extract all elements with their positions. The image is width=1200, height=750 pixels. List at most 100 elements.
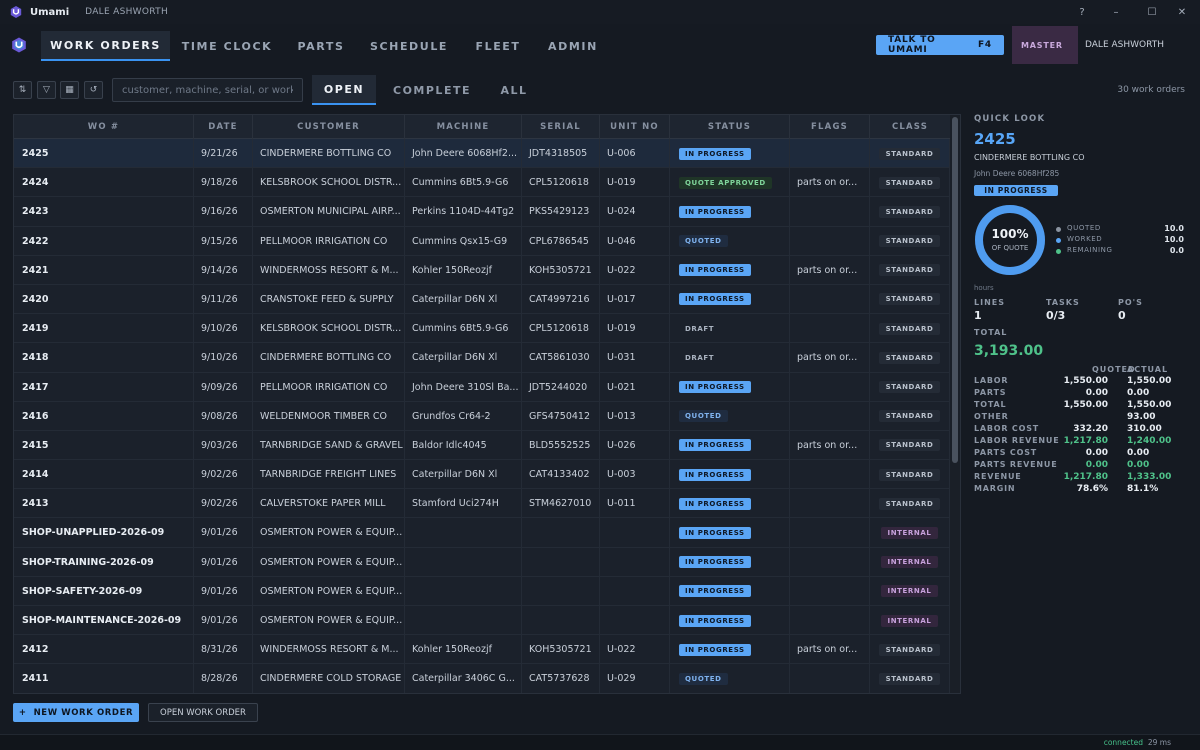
serial-cell: STM4627010 <box>522 489 600 519</box>
tab-schedule[interactable]: SCHEDULE <box>368 31 450 61</box>
flags-cell: parts on or... <box>790 168 870 198</box>
status-cell: QUOTE APPROVED <box>670 168 790 198</box>
sort-icon[interactable]: ⇅ <box>13 81 32 99</box>
talk-to-umami-button[interactable]: TALK TO UMAMI F4 <box>876 35 1004 55</box>
class-badge: STANDARD <box>878 351 941 364</box>
tab-time-clock[interactable]: TIME CLOCK <box>180 31 274 61</box>
filter-tab-complete[interactable]: COMPLETE <box>386 75 478 105</box>
table-row[interactable]: 2420 9/11/26 CRANSTOKE FEED & SUPPLY Caterp… <box>14 284 950 315</box>
wo-number-cell: 2414 <box>14 460 194 490</box>
status-cell: IN PROGRESS <box>670 576 790 606</box>
machine-cell: Perkins 1104D-44Tg2 <box>405 197 522 227</box>
customer-cell: OSMERTON POWER & EQUIP... <box>253 606 405 635</box>
col-header-customer[interactable]: CUSTOMER <box>253 115 405 139</box>
flags-cell: parts on or... <box>790 343 870 373</box>
col-header-machine[interactable]: MACHINE <box>405 115 522 139</box>
col-header-status[interactable]: STATUS <box>670 115 790 139</box>
tab-fleet[interactable]: FLEET <box>470 31 526 61</box>
class-cell: INTERNAL <box>870 606 950 635</box>
table-row[interactable]: 2423 9/16/26 OSMERTON MUNICIPAL AIRP... Per… <box>14 197 950 227</box>
class-cell: STANDARD <box>870 139 950 168</box>
help-icon[interactable]: ? <box>1064 0 1100 24</box>
status-badge: DRAFT <box>685 353 715 362</box>
close-icon[interactable]: ✕ <box>1164 0 1200 24</box>
legend-remaining: REMAINING 0.0 <box>1056 246 1184 257</box>
work-order-count: 30 work orders <box>1117 85 1185 95</box>
serial-cell: JDT5244020 <box>522 372 600 402</box>
serial-cell <box>522 518 600 548</box>
main-nav: WORK ORDERS TIME CLOCK PARTS SCHEDULE FL… <box>0 24 1200 68</box>
flags-cell <box>790 314 870 344</box>
filter-tab-all[interactable]: ALL <box>490 75 538 105</box>
table-row[interactable]: 2425 9/21/26 CINDERMERE BOTTLING CO John De… <box>14 139 950 169</box>
col-header-class[interactable]: CLASS <box>870 115 950 139</box>
table-scrollbar-thumb[interactable] <box>952 117 958 463</box>
flags-cell <box>790 460 870 490</box>
quick-look-title: QUICK LOOK <box>974 114 1046 124</box>
customer-cell: OSMERTON MUNICIPAL AIRP... <box>253 197 405 227</box>
tab-admin[interactable]: ADMIN <box>544 31 602 61</box>
table-row[interactable]: 2417 9/09/26 PELLMOOR IRRIGATION CO John De… <box>14 372 950 402</box>
machine-cell: Stamford Uci274H <box>405 489 522 519</box>
table-row[interactable]: 2424 9/18/26 KELSBROOK SCHOOL DISTR... Cumm… <box>14 168 950 198</box>
col-header-serial[interactable]: SERIAL <box>522 115 600 139</box>
table-row[interactable]: SHOP-MAINTENANCE-2026-09 9/01/26 OSMERTON … <box>14 606 950 636</box>
title-bar: Umami DALE ASHWORTH ? – ☐ ✕ <box>0 0 1200 24</box>
columns-icon[interactable]: ▦ <box>60 81 79 99</box>
new-work-order-button[interactable]: + NEW WORK ORDER <box>13 703 139 722</box>
fin-label: OTHER <box>974 412 1009 421</box>
refresh-icon[interactable]: ↺ <box>84 81 103 99</box>
class-badge: STANDARD <box>878 672 941 685</box>
flags-cell <box>790 489 870 519</box>
col-header-wo[interactable]: WO # <box>14 115 194 139</box>
filter-tab-open[interactable]: OPEN <box>312 75 376 105</box>
status-badge: IN PROGRESS <box>679 293 751 306</box>
class-badge: INTERNAL <box>880 526 939 539</box>
open-work-order-button[interactable]: OPEN WORK ORDER <box>148 703 258 722</box>
table-row[interactable]: 2416 9/08/26 WELDENMOOR TIMBER CO Grundfos … <box>14 401 950 431</box>
wo-number-cell: SHOP-UNAPPLIED-2026-09 <box>14 518 194 548</box>
tab-parts[interactable]: PARTS <box>292 31 350 61</box>
filter-icon[interactable]: ▽ <box>37 81 56 99</box>
kpi-tasks-label: TASKS <box>1046 298 1080 307</box>
unit-cell: U-022 <box>600 255 670 285</box>
status-cell: IN PROGRESS <box>670 489 790 519</box>
quick-look-wo-number[interactable]: 2425 <box>974 130 1016 148</box>
table-row[interactable]: SHOP-TRAINING-2026-09 9/01/26 OSMERTON POW… <box>14 547 950 577</box>
serial-cell: CAT5861030 <box>522 343 600 373</box>
table-row[interactable]: SHOP-UNAPPLIED-2026-09 9/01/26 OSMERTON PO… <box>14 518 950 548</box>
class-cell: STANDARD <box>870 460 950 490</box>
class-badge: STANDARD <box>878 293 941 306</box>
machine-cell <box>405 547 522 577</box>
machine-cell: Kohler 150Reozjf <box>405 635 522 665</box>
table-row[interactable]: 2411 8/28/26 CINDERMERE COLD STORAGE Caterp… <box>14 664 950 693</box>
legend-name: REMAINING <box>1067 246 1113 254</box>
search-input[interactable] <box>112 78 303 102</box>
table-row[interactable]: 2412 8/31/26 WINDERMOSS RESORT & M... Kohle… <box>14 635 950 665</box>
table-row[interactable]: 2419 9/10/26 KELSBROOK SCHOOL DISTR... Cumm… <box>14 314 950 344</box>
date-cell: 9/10/26 <box>194 343 253 373</box>
col-header-unit-no[interactable]: UNIT NO <box>600 115 670 139</box>
tab-work-orders[interactable]: WORK ORDERS <box>41 31 170 61</box>
machine-cell <box>405 606 522 635</box>
fin-actual: 93.00 <box>1127 412 1156 422</box>
col-header-date[interactable]: DATE <box>194 115 253 139</box>
table-row[interactable]: SHOP-SAFETY-2026-09 9/01/26 OSMERTON POWER… <box>14 576 950 606</box>
fin-row: PARTS 0.00 0.00 <box>974 388 1189 400</box>
table-row[interactable]: 2421 9/14/26 WINDERMOSS RESORT & M... Kohle… <box>14 255 950 285</box>
status-badge: IN PROGRESS <box>679 381 751 393</box>
umami-logo-icon[interactable] <box>11 37 27 53</box>
status-cell: IN PROGRESS <box>670 606 790 635</box>
minimize-icon[interactable]: – <box>1098 0 1134 24</box>
table-row[interactable]: 2413 9/02/26 CALVERSTOKE PAPER MILL Stamfor… <box>14 489 950 519</box>
table-row[interactable]: 2422 9/15/26 PELLMOOR IRRIGATION CO Cummins… <box>14 226 950 256</box>
col-header-flags[interactable]: FLAGS <box>790 115 870 139</box>
table-row[interactable]: 2414 9/02/26 TARNBRIDGE FREIGHT LINES Cater… <box>14 460 950 490</box>
unit-cell: U-006 <box>600 139 670 168</box>
table-row[interactable]: 2418 9/10/26 CINDERMERE BOTTLING CO Caterpi… <box>14 343 950 373</box>
legend-dot-remaining <box>1056 249 1061 254</box>
user-name[interactable]: DALE ASHWORTH <box>1085 40 1164 50</box>
table-row[interactable]: 2415 9/03/26 TARNBRIDGE SAND & GRAVEL Baldo… <box>14 430 950 461</box>
class-badge: INTERNAL <box>880 614 939 627</box>
fin-actual: 1,550.00 <box>1127 376 1172 386</box>
